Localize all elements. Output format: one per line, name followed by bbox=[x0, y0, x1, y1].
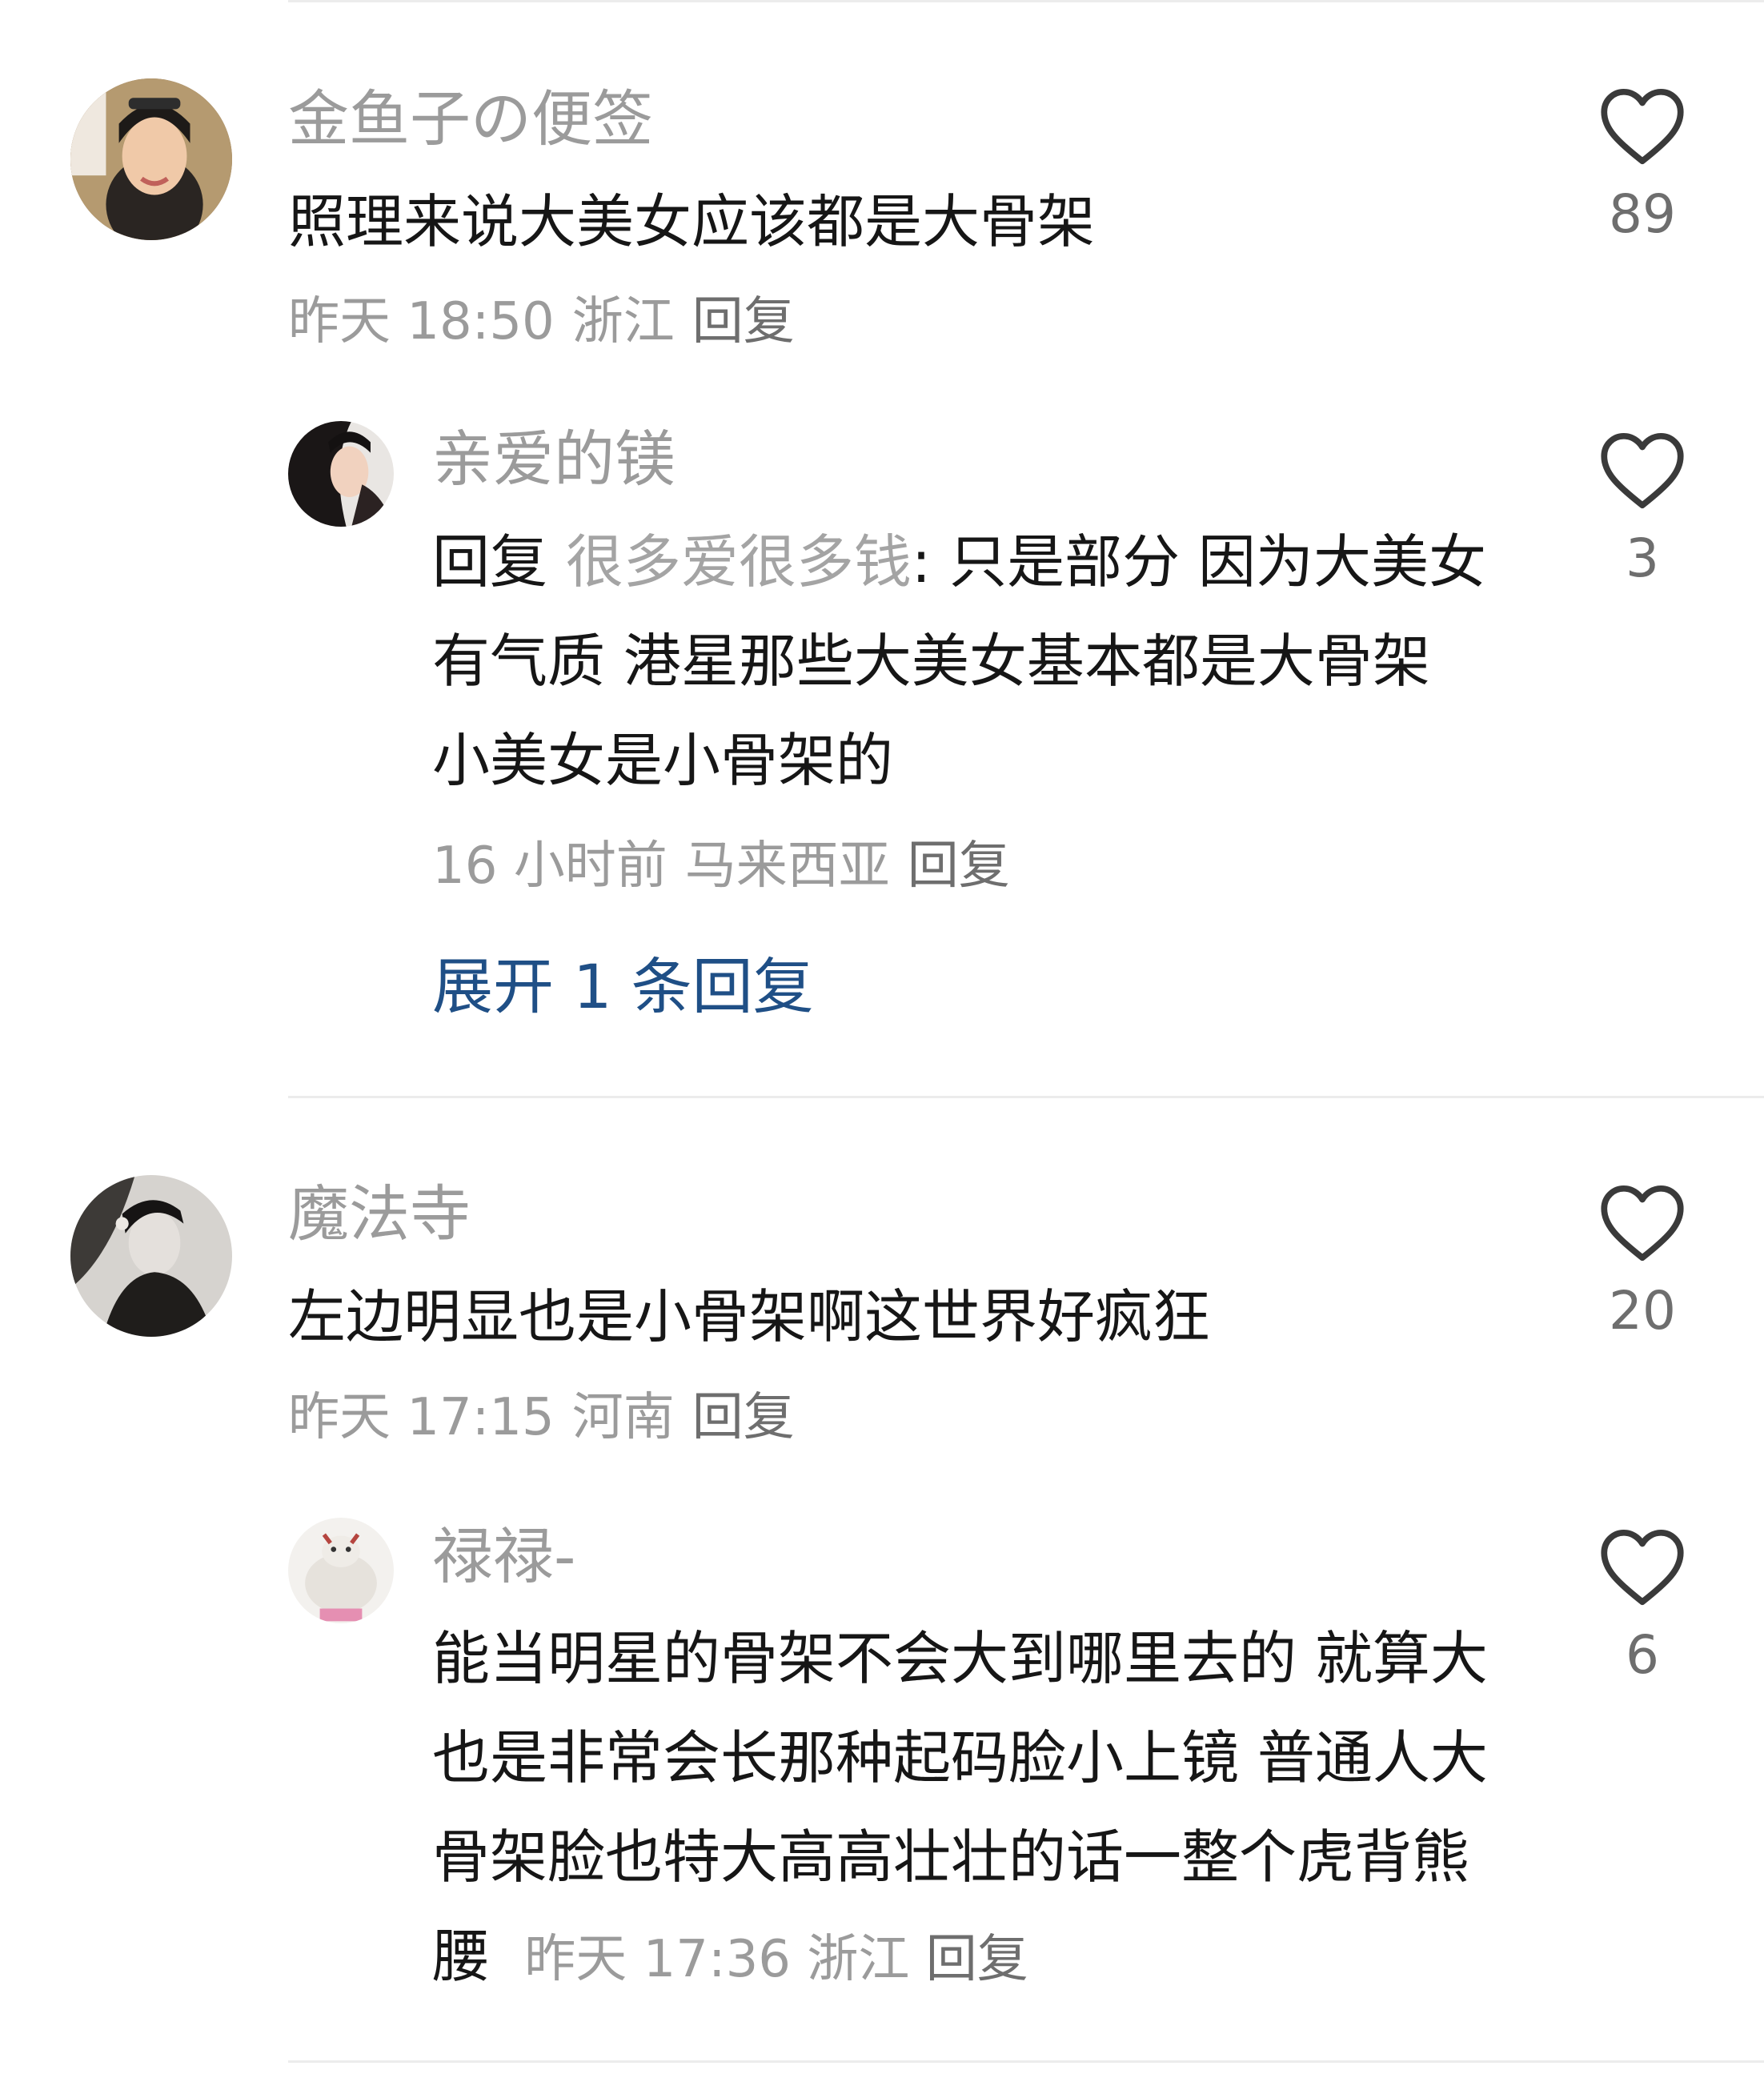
reply-button[interactable]: 回复 bbox=[692, 292, 795, 351]
comment-meta: 昨天 17:15 河南 回复 bbox=[288, 1386, 795, 1450]
heart-outline-icon bbox=[1601, 432, 1684, 509]
like-button[interactable]: 20 bbox=[1578, 1183, 1706, 1343]
like-count: 3 bbox=[1626, 528, 1659, 589]
reply-meta: 昨天 17:36 浙江 回复 bbox=[508, 1930, 1028, 1989]
reply-username[interactable]: 亲爱的镁 bbox=[432, 423, 676, 495]
reply-username[interactable]: 禄禄- bbox=[432, 1521, 575, 1593]
comment-username[interactable]: 金鱼子の便签 bbox=[288, 83, 653, 155]
avatar[interactable] bbox=[288, 1518, 394, 1623]
heart-outline-icon bbox=[1601, 88, 1684, 165]
reply-location: 马来西亚 bbox=[684, 836, 890, 896]
reply-meta: 16 小时前 马来西亚 回复 bbox=[432, 834, 1010, 898]
reply-time: 昨天 17:36 bbox=[524, 1930, 792, 1989]
like-count: 6 bbox=[1626, 1624, 1659, 1686]
like-count: 89 bbox=[1609, 183, 1676, 245]
reply-button[interactable]: 回复 bbox=[908, 836, 1010, 896]
comment-text: 照理来说大美女应该都是大骨架 bbox=[288, 188, 1096, 255]
reply-text: 能当明星的骨架不会大到哪里去的 就算大 也是非常会长那种起码脸小上镜 普通人大骨… bbox=[432, 1609, 1505, 2009]
comment-time: 昨天 17:15 bbox=[288, 1388, 555, 1447]
like-button[interactable]: 89 bbox=[1578, 86, 1706, 247]
like-button[interactable]: 3 bbox=[1578, 431, 1706, 591]
expand-replies-button[interactable]: 展开 1 条回复 bbox=[432, 951, 814, 1023]
like-count: 20 bbox=[1609, 1280, 1676, 1342]
avatar[interactable] bbox=[70, 1175, 232, 1337]
top-divider bbox=[288, 0, 1764, 2]
comment-username[interactable]: 魔法寺 bbox=[288, 1178, 471, 1250]
reply-button[interactable]: 回复 bbox=[926, 1930, 1028, 1989]
reply-location: 浙江 bbox=[807, 1930, 910, 1989]
bottom-divider bbox=[288, 2060, 1764, 2063]
heart-outline-icon bbox=[1601, 1185, 1684, 1262]
reply-button[interactable]: 回复 bbox=[692, 1388, 795, 1447]
reply-text: 回复 很多爱很多钱: 只是部分 因为大美女有气质 港星那些大美女基本都是大骨架 … bbox=[432, 512, 1505, 810]
reply-time: 16 小时前 bbox=[432, 836, 668, 896]
comment-text: 左边明显也是小骨架啊这世界好疯狂 bbox=[288, 1283, 1211, 1350]
comment-meta: 昨天 18:50 浙江 回复 bbox=[288, 290, 795, 354]
reply-prefix: 回复 bbox=[432, 528, 548, 596]
comment-location: 河南 bbox=[571, 1388, 675, 1447]
mention-link[interactable]: 很多爱很多钱 bbox=[566, 528, 912, 596]
heart-outline-icon bbox=[1601, 1529, 1684, 1606]
like-button[interactable]: 6 bbox=[1578, 1527, 1706, 1687]
comment-time: 昨天 18:50 bbox=[288, 292, 555, 351]
comment-location: 浙江 bbox=[571, 292, 675, 351]
avatar[interactable] bbox=[288, 421, 394, 527]
avatar[interactable] bbox=[70, 78, 232, 240]
comment-divider bbox=[288, 1096, 1764, 1098]
